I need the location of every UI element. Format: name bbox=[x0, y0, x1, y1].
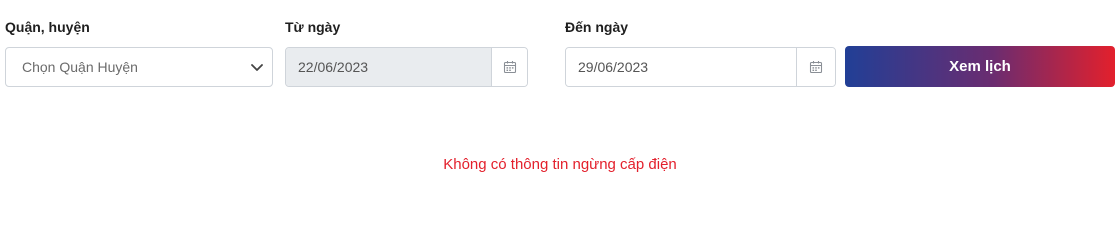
view-schedule-button[interactable]: Xem lịch bbox=[845, 46, 1115, 87]
outage-schedule-filter: Quận, huyện Chọn Quận Huyện Từ ngày 22/0… bbox=[0, 0, 1120, 225]
from-date-group bbox=[285, 47, 528, 87]
to-date-group bbox=[565, 47, 836, 87]
from-date-input[interactable] bbox=[286, 48, 491, 86]
to-date-input[interactable] bbox=[566, 48, 796, 86]
calendar-icon bbox=[503, 61, 516, 74]
district-label: Quận, huyện bbox=[5, 19, 90, 35]
from-date-label: Từ ngày bbox=[285, 19, 341, 35]
calendar-icon bbox=[809, 61, 823, 74]
to-date-calendar-button[interactable] bbox=[796, 48, 835, 86]
from-date-calendar-button[interactable] bbox=[491, 48, 527, 86]
district-select-value: Chọn Quận Huyện bbox=[22, 59, 138, 75]
empty-result-message: Không có thông tin ngừng cấp điện bbox=[443, 156, 677, 173]
district-select[interactable]: Chọn Quận Huyện bbox=[5, 47, 273, 87]
chevron-down-icon bbox=[251, 64, 263, 71]
to-date-label: Đến ngày bbox=[565, 19, 629, 35]
